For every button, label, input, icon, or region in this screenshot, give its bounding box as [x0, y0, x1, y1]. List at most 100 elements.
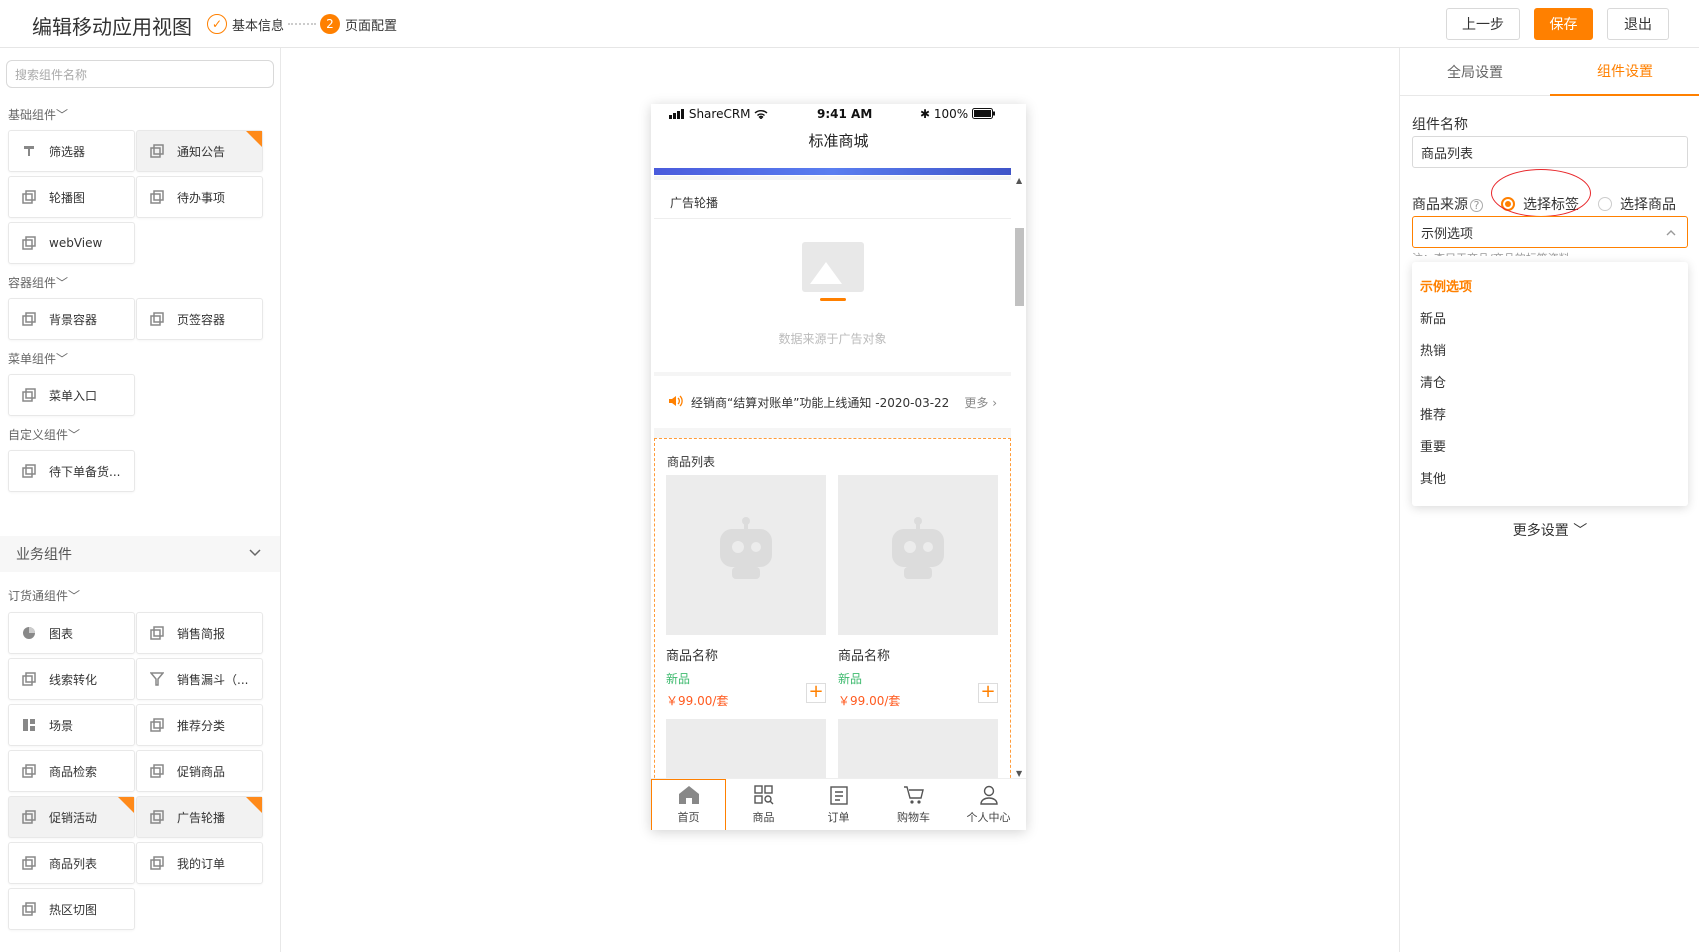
phone-tab-bar: 首页 商品 订单 购物车 个人中心 — [651, 778, 1026, 830]
group-basic[interactable]: 基础组件﹀ — [8, 106, 68, 123]
hint-text: 注：查只于商品/商品的标签资料 — [1412, 250, 1570, 256]
product-image — [838, 475, 998, 635]
ad-carousel-card[interactable]: 广告轮播 数据来源于广告对象 — [654, 180, 1011, 372]
group-label: 订货通组件 — [8, 589, 69, 603]
radio-select-product[interactable]: 选择商品 — [1598, 194, 1676, 214]
comp-webview[interactable]: webView — [8, 222, 135, 264]
help-icon[interactable]: ? — [1470, 199, 1483, 212]
group-label: 容器组件 — [8, 276, 57, 290]
comp-tab-container[interactable]: 页签容器 — [136, 298, 263, 340]
highlight-annotation — [1491, 169, 1591, 217]
product-item[interactable] — [666, 719, 826, 778]
comp-promo-activity[interactable]: 促销活动 — [8, 796, 135, 838]
option-item[interactable]: 热销 — [1420, 340, 1446, 359]
comp-sales-funnel[interactable]: 销售漏斗（... — [136, 658, 263, 700]
component-name-input[interactable]: 商品列表 — [1412, 136, 1688, 168]
component-library: 搜索组件名称 基础组件﹀ 筛选器 通知公告 轮播图 待办事项 webView 容… — [0, 48, 281, 952]
add-to-cart-icon[interactable]: + — [978, 683, 998, 703]
step-basic-info[interactable]: ✓ 基本信息 — [207, 14, 284, 34]
chevron-down-icon — [248, 546, 262, 564]
tab-cart[interactable]: 购物车 — [876, 779, 951, 830]
comp-todo[interactable]: 待办事项 — [136, 176, 263, 218]
tag-select[interactable]: 示例选项 — [1412, 216, 1688, 248]
comp-label: 促销商品 — [177, 764, 226, 779]
comp-bg-container[interactable]: 背景容器 — [8, 298, 135, 340]
component-icon — [149, 763, 165, 779]
option-item[interactable]: 推荐 — [1420, 404, 1446, 423]
product-list-card[interactable]: 商品列表 商品名称 新品 ￥99.00/套 + 商品名称 新品 ￥99.00/套… — [654, 438, 1011, 778]
tab-home[interactable]: 首页 — [651, 779, 726, 830]
group-custom[interactable]: 自定义组件﹀ — [8, 426, 80, 443]
comp-sales-brief[interactable]: 销售简报 — [136, 612, 263, 654]
option-item[interactable]: 重要 — [1420, 436, 1446, 455]
option-item[interactable]: 示例选项 — [1420, 276, 1472, 295]
image-placeholder-icon — [802, 242, 864, 292]
scroll-up-icon[interactable]: ▲ — [1016, 176, 1022, 185]
search-input[interactable]: 搜索组件名称 — [6, 60, 274, 88]
group-business[interactable]: 业务组件 — [0, 536, 280, 572]
comp-carousel[interactable]: 轮播图 — [8, 176, 135, 218]
comp-chart[interactable]: 图表 — [8, 612, 135, 654]
scrollbar[interactable]: ▲ ▼ — [1014, 176, 1024, 778]
product-item[interactable] — [838, 719, 998, 778]
scrollbar-thumb[interactable] — [1015, 228, 1024, 306]
comp-product-search[interactable]: 商品检索 — [8, 750, 135, 792]
option-item[interactable]: 其他 — [1420, 468, 1446, 487]
filter-icon — [21, 143, 37, 159]
step-divider — [288, 23, 316, 25]
component-icon — [149, 625, 165, 641]
option-item[interactable]: 新品 — [1420, 308, 1446, 327]
comp-my-orders[interactable]: 我的订单 — [136, 842, 263, 884]
comp-product-list[interactable]: 商品列表 — [8, 842, 135, 884]
add-to-cart-icon[interactable]: + — [806, 683, 826, 703]
check-corner-icon — [118, 797, 134, 813]
comp-notice[interactable]: 通知公告 — [136, 130, 263, 172]
comp-scene[interactable]: 场景 — [8, 704, 135, 746]
group-menu[interactable]: 菜单组件﹀ — [8, 350, 68, 367]
comp-filter[interactable]: 筛选器 — [8, 130, 135, 172]
comp-ad-carousel[interactable]: 广告轮播 — [136, 796, 263, 838]
exit-button[interactable]: 退出 — [1607, 8, 1669, 40]
phone-preview: ShareCRM 9:41 AM ✱ 100% 标准商城 广告轮播 数据来源于广… — [651, 104, 1026, 830]
tab-global-settings[interactable]: 全局设置 — [1400, 48, 1550, 96]
cart-icon — [903, 786, 924, 804]
component-icon — [21, 387, 37, 403]
component-icon — [21, 189, 37, 205]
comp-custom-order[interactable]: 待下单备货... — [8, 450, 135, 492]
check-corner-icon — [246, 131, 262, 147]
radio-label: 选择商品 — [1620, 197, 1676, 213]
option-item[interactable]: 清仓 — [1420, 372, 1446, 391]
tab-products[interactable]: 商品 — [726, 779, 801, 830]
save-button[interactable]: 保存 — [1534, 8, 1593, 40]
tab-orders[interactable]: 订单 — [801, 779, 876, 830]
comp-hotzone[interactable]: 热区切图 — [8, 888, 135, 930]
comp-lead-convert[interactable]: 线索转化 — [8, 658, 135, 700]
settings-tabs: 全局设置 组件设置 — [1400, 48, 1699, 96]
carousel-indicator — [820, 298, 846, 301]
product-item[interactable]: 商品名称 新品 ￥99.00/套 + — [838, 475, 998, 709]
signal-icon — [669, 109, 684, 119]
top-header: 编辑移动应用视图 ✓ 基本信息 2 页面配置 上一步 保存 退出 — [0, 0, 1699, 48]
home-icon — [678, 786, 699, 804]
more-settings-toggle[interactable]: 更多设置 ﹀ — [1400, 520, 1699, 540]
tab-component-settings[interactable]: 组件设置 — [1550, 48, 1699, 96]
pie-chart-icon — [21, 625, 37, 641]
notice-card[interactable]: 经销商“结算对账单”功能上线通知 -2020-03-22 更多 › — [654, 376, 1011, 428]
user-icon — [979, 785, 998, 805]
comp-promo-product[interactable]: 促销商品 — [136, 750, 263, 792]
battery-icon — [972, 108, 995, 119]
comp-menu-entry[interactable]: 菜单入口 — [8, 374, 135, 416]
step-page-config[interactable]: 2 页面配置 — [320, 14, 397, 34]
product-item[interactable]: 商品名称 新品 ￥99.00/套 + — [666, 475, 826, 709]
comp-recommend-category[interactable]: 推荐分类 — [136, 704, 263, 746]
notice-more-link[interactable]: 更多 › — [964, 394, 997, 411]
tab-profile[interactable]: 个人中心 — [951, 779, 1026, 830]
group-order[interactable]: 订货通组件﹀ — [8, 587, 80, 604]
nav-title: 标准商城 — [808, 132, 869, 150]
phone-content[interactable]: 广告轮播 数据来源于广告对象 经销商“结算对账单”功能上线通知 -2020-03… — [654, 176, 1011, 778]
carrier-label: ShareCRM — [669, 107, 768, 121]
prev-step-button[interactable]: 上一步 — [1446, 8, 1520, 40]
scroll-down-icon[interactable]: ▼ — [1016, 769, 1022, 778]
group-container[interactable]: 容器组件﹀ — [8, 274, 68, 291]
bluetooth-icon: ✱ — [919, 107, 931, 121]
